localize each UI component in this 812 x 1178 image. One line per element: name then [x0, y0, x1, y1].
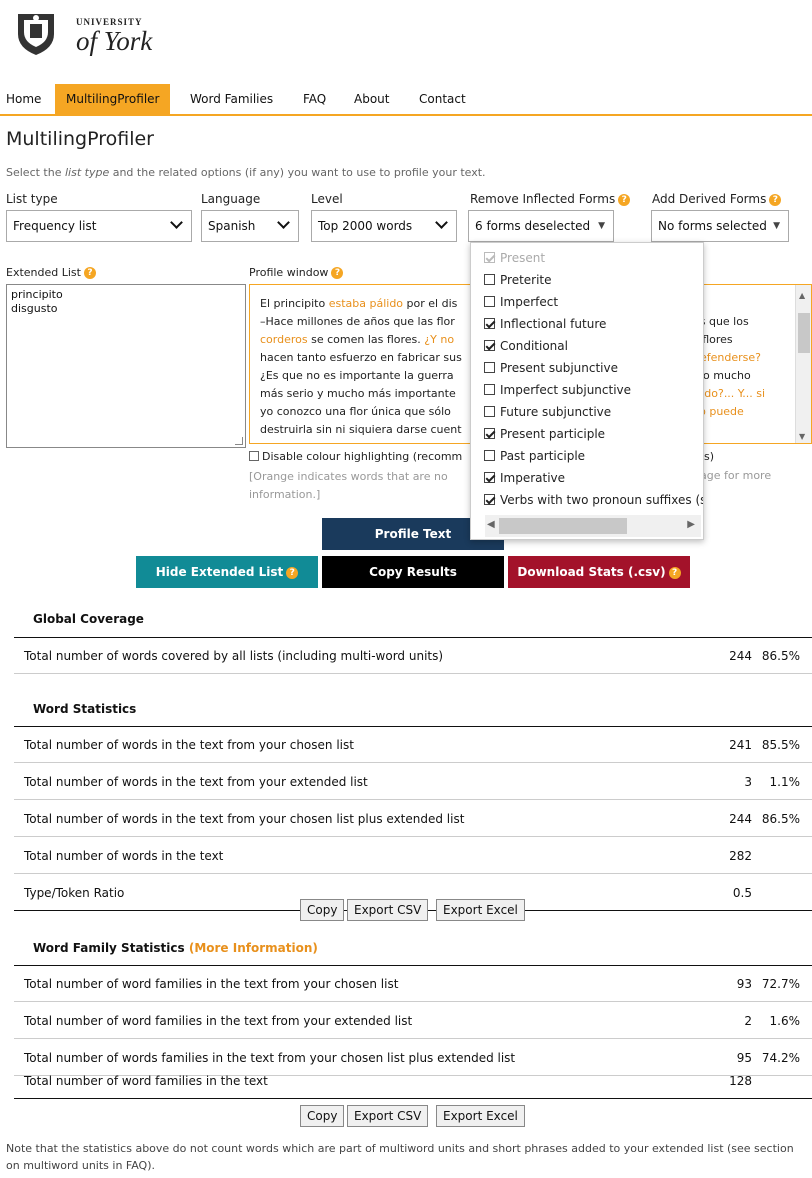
footer-note: Note that the statistics above do not co… [6, 1142, 794, 1172]
nav-home[interactable]: Home [6, 84, 41, 114]
help-icon[interactable]: ? [83, 267, 96, 279]
checkbox-icon [484, 428, 495, 439]
nav-contact[interactable]: Contact [419, 84, 466, 114]
copy-family-stats-button[interactable]: Copy [300, 1105, 345, 1127]
export-csv-word-stats-button[interactable]: Export CSV [347, 899, 429, 921]
crest-icon [18, 14, 54, 55]
highlight-note-tail: age for more [700, 469, 772, 482]
scroll-thumb[interactable] [798, 313, 810, 353]
option-inflectional-future[interactable]: Inflectional future [484, 317, 606, 331]
profile-scrollbar[interactable]: ▲ ▼ [795, 285, 811, 443]
caret-down-icon: ▼ [598, 221, 605, 231]
checkbox-icon [484, 450, 495, 461]
global-coverage-title: Global Coverage [33, 612, 144, 626]
option-preterite[interactable]: Preterite [484, 273, 552, 287]
intro-text: Select the list type and the related opt… [6, 166, 486, 179]
nav-faq[interactable]: FAQ [303, 84, 326, 114]
extended-list-line: principito [11, 288, 63, 301]
table-row: Total number of words in the text 282 [14, 838, 812, 874]
list-type-select[interactable]: Frequency list [6, 210, 192, 242]
checkbox-icon [484, 340, 495, 351]
option-present-participle[interactable]: Present participle [484, 427, 605, 441]
download-stats-button[interactable]: Download Stats (.csv)? [508, 556, 690, 588]
chevron-down-icon [277, 216, 290, 229]
export-excel-word-stats-button[interactable]: Export Excel [436, 899, 525, 921]
profile-window-label: Profile window? [249, 266, 344, 279]
extended-list-textarea[interactable]: principito disgusto [6, 284, 246, 448]
logo-york-text: of York [76, 26, 153, 56]
checkbox-icon [484, 318, 495, 329]
remove-inflected-label: Remove Inflected Forms? [470, 192, 631, 206]
option-imperfect[interactable]: Imperfect [484, 295, 558, 309]
more-information-link[interactable]: (More Information) [189, 941, 318, 955]
table-row: Total number of word families in the tex… [14, 1063, 812, 1099]
help-icon[interactable]: ? [668, 567, 681, 579]
inflected-forms-dropdown[interactable]: Present Preterite Imperfect Inflectional… [470, 242, 704, 540]
add-derived-select[interactable]: No forms selected ▼ [651, 210, 789, 242]
extended-list-line: disgusto [11, 302, 58, 315]
highlight-note: [Orange indicates words that are no info… [249, 470, 448, 501]
chevron-down-icon [170, 216, 183, 229]
table-row: Total number of words covered by all lis… [14, 638, 812, 674]
checkbox-icon [484, 296, 495, 307]
option-imperative[interactable]: Imperative [484, 471, 565, 485]
page-title: MultilingProfiler [6, 128, 154, 150]
option-imperfect-subjunctive[interactable]: Imperfect subjunctive [484, 383, 631, 397]
scroll-left-icon[interactable]: ◀ [487, 519, 495, 530]
export-excel-family-stats-button[interactable]: Export Excel [436, 1105, 525, 1127]
level-select[interactable]: Top 2000 words [311, 210, 457, 242]
option-future-subjunctive[interactable]: Future subjunctive [484, 405, 611, 419]
word-family-statistics-title: Word Family Statistics (More Information… [33, 941, 318, 955]
table-row: Total number of word families in the tex… [14, 1003, 812, 1039]
disable-highlight-checkbox[interactable]: Disable colour highlighting (recomm [249, 450, 462, 463]
checkbox-icon[interactable] [249, 451, 259, 461]
scroll-thumb[interactable] [499, 518, 627, 534]
checkbox-icon [484, 406, 495, 417]
language-select[interactable]: Spanish [201, 210, 299, 242]
remove-inflected-select[interactable]: 6 forms deselected ▼ [468, 210, 614, 242]
option-conditional[interactable]: Conditional [484, 339, 568, 353]
resize-handle-icon[interactable] [235, 437, 243, 445]
add-derived-label: Add Derived Forms? [652, 192, 782, 206]
chevron-down-icon [435, 216, 448, 229]
table-row: Total number of word families in the tex… [14, 966, 812, 1002]
checkbox-icon [484, 274, 495, 285]
option-two-pronoun-suffixes[interactable]: Verbs with two pronoun suffixes (s [484, 493, 703, 507]
checkbox-icon [484, 252, 495, 263]
checkbox-icon [484, 384, 495, 395]
checkbox-icon [484, 494, 495, 505]
level-label: Level [311, 192, 343, 206]
main-nav: Home MultilingProfiler Word Families FAQ… [0, 84, 812, 116]
nav-about[interactable]: About [354, 84, 389, 114]
help-icon[interactable]: ? [331, 267, 344, 279]
checkbox-icon [484, 362, 495, 373]
language-label: Language [201, 192, 261, 206]
checkbox-icon [484, 472, 495, 483]
caret-down-icon: ▼ [773, 221, 780, 231]
help-icon[interactable]: ? [286, 567, 299, 579]
list-type-label: List type [6, 192, 58, 206]
table-row: Total number of words in the text from y… [14, 727, 812, 763]
nav-multilingprofiler[interactable]: MultilingProfiler [55, 84, 171, 114]
nav-word-families[interactable]: Word Families [190, 84, 273, 114]
copy-word-stats-button[interactable]: Copy [300, 899, 345, 921]
table-row: Total number of words in the text from y… [14, 764, 812, 800]
table-row: Total number of words in the text from y… [14, 801, 812, 837]
hide-extended-list-button[interactable]: Hide Extended List? [136, 556, 318, 588]
extended-list-label: Extended List? [6, 266, 96, 279]
scroll-down-icon[interactable]: ▼ [799, 432, 805, 441]
copy-results-button[interactable]: Copy Results [322, 556, 504, 588]
export-csv-family-stats-button[interactable]: Export CSV [347, 1105, 429, 1127]
option-present: Present [484, 251, 545, 265]
option-past-participle[interactable]: Past participle [484, 449, 585, 463]
help-icon[interactable]: ? [618, 194, 631, 206]
scroll-up-icon[interactable]: ▲ [799, 291, 805, 300]
scroll-right-icon[interactable]: ▶ [687, 519, 695, 530]
help-icon[interactable]: ? [769, 194, 782, 206]
word-statistics-title: Word Statistics [33, 702, 137, 716]
option-present-subjunctive[interactable]: Present subjunctive [484, 361, 618, 375]
dropdown-horizontal-scrollbar[interactable]: ◀ ▶ [485, 515, 701, 537]
